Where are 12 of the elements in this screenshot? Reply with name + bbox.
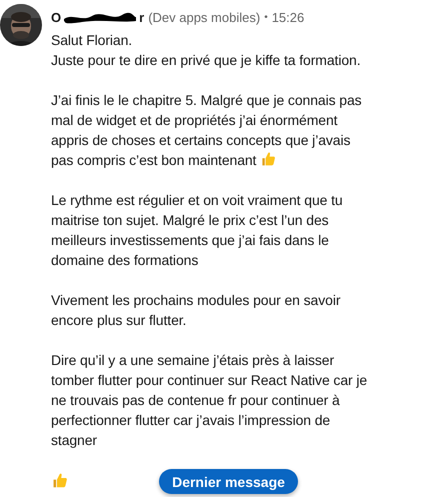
- message-time: 15:26: [272, 10, 304, 24]
- thumbs-up-icon: [51, 472, 68, 489]
- sender-name[interactable]: r: [139, 10, 144, 24]
- message-paragraph: Salut Florian. Juste pour te dire en privé que je kiffe ta formation.: [51, 31, 362, 70]
- message-paragraph: Dire qu’il y a une semaine j’étais près à laisser tomber flutter pour continuer sur React Native car je ne trouvais pas de contenue fr pour continuer à perfectionner flutter car j’avais l’impression de stagner: [51, 351, 368, 450]
- latest-message-button[interactable]: Dernier message: [159, 469, 298, 494]
- message-paragraph: Le rythme est régulier et on voit vraiment que tu maitrise ton sujet. Malgré le prix c’est l’un des meilleurs investissements que j’ai fais dans le domaine des formations: [51, 191, 344, 270]
- sender-headline: (Dev apps mobiles): [148, 10, 260, 24]
- separator-dot: •: [264, 12, 268, 22]
- message-paragraph: Vivement les prochains modules pour en savoir encore plus sur flutter.: [51, 291, 342, 330]
- message-paragraph: J’ai finis le le chapitre 5. Malgré que je connais pas mal de widget et de propriétés j’ai énormément appris de choses et certains concepts que j’avais pas compris c’est bon maintenant: [51, 91, 363, 170]
- sender-name[interactable]: O: [51, 10, 62, 24]
